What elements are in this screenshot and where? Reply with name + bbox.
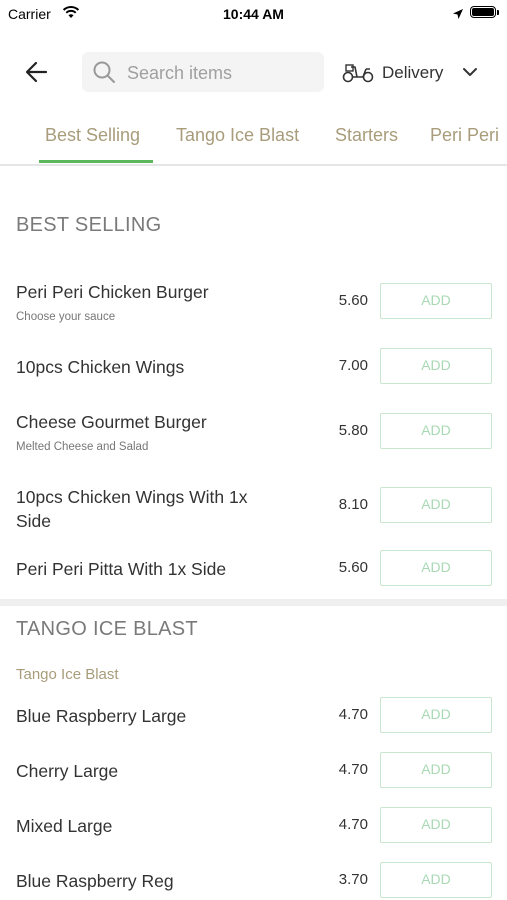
- item-price: 5.60: [338, 292, 368, 309]
- item-name: Cheese Gourmet Burger: [16, 412, 207, 432]
- item-name: Cherry Large: [16, 761, 119, 781]
- section-title-best-selling: BEST SELLING: [16, 214, 162, 236]
- add-button[interactable]: ADD: [380, 413, 492, 449]
- add-button[interactable]: ADD: [380, 348, 492, 384]
- back-arrow-icon: [25, 61, 48, 83]
- add-button[interactable]: ADD: [380, 697, 492, 733]
- item-price: 4.70: [338, 706, 368, 723]
- scooter-icon: [342, 61, 374, 88]
- search-icon: [92, 60, 116, 89]
- section-subtitle: Tango Ice Blast: [16, 666, 119, 683]
- tab-starters[interactable]: Starters: [335, 125, 398, 146]
- item-name: Peri Peri Chicken Burger: [16, 282, 209, 302]
- tab-tango-ice-blast[interactable]: Tango Ice Blast: [176, 125, 299, 146]
- item-price: 4.70: [338, 816, 368, 833]
- add-button[interactable]: ADD: [380, 283, 492, 319]
- category-tabs: Best Selling Tango Ice Blast Starters Pe…: [0, 118, 507, 166]
- add-button[interactable]: ADD: [380, 807, 492, 843]
- add-button[interactable]: ADD: [380, 487, 492, 523]
- add-button[interactable]: ADD: [380, 862, 492, 898]
- item-price: 5.60: [338, 559, 368, 576]
- item-price: 5.80: [338, 422, 368, 439]
- search-bar[interactable]: [82, 52, 324, 94]
- chevron-down-icon: [462, 64, 478, 85]
- item-description: Melted Cheese and Salad: [16, 441, 149, 453]
- item-name: Blue Raspberry Large: [16, 706, 187, 726]
- battery-tip: [497, 10, 499, 15]
- delivery-selector[interactable]: Delivery: [340, 57, 490, 87]
- item-price: 8.10: [338, 496, 368, 513]
- search-input[interactable]: [125, 52, 319, 94]
- item-name: Blue Raspberry Reg: [16, 871, 174, 891]
- item-name: Mixed Large: [16, 816, 113, 836]
- item-price: 4.70: [338, 761, 368, 778]
- item-price: 7.00: [338, 357, 368, 374]
- item-name: Peri Peri Pitta With 1x Side: [16, 559, 227, 579]
- active-tab-indicator: [39, 160, 153, 163]
- tab-best-selling[interactable]: Best Selling: [45, 125, 140, 146]
- battery-icon: [470, 6, 496, 18]
- back-button[interactable]: [22, 57, 52, 87]
- tab-peri-peri[interactable]: Peri Peri: [430, 125, 499, 146]
- item-name: 10pcs Chicken Wings: [16, 357, 185, 377]
- item-name: 10pcs Chicken Wings With 1x Side: [16, 487, 248, 531]
- add-button[interactable]: ADD: [380, 752, 492, 788]
- delivery-label: Delivery: [382, 63, 444, 82]
- item-description: Choose your sauce: [16, 311, 116, 323]
- add-button[interactable]: ADD: [380, 550, 492, 586]
- status-bar: Carrier 10:44 AM: [0, 0, 507, 30]
- location-arrow-icon: [452, 7, 464, 23]
- section-title-tango-ice-blast: TANGO ICE BLAST: [16, 618, 198, 640]
- section-divider: [0, 599, 507, 606]
- item-price: 3.70: [338, 871, 368, 888]
- clock: 10:44 AM: [223, 6, 284, 22]
